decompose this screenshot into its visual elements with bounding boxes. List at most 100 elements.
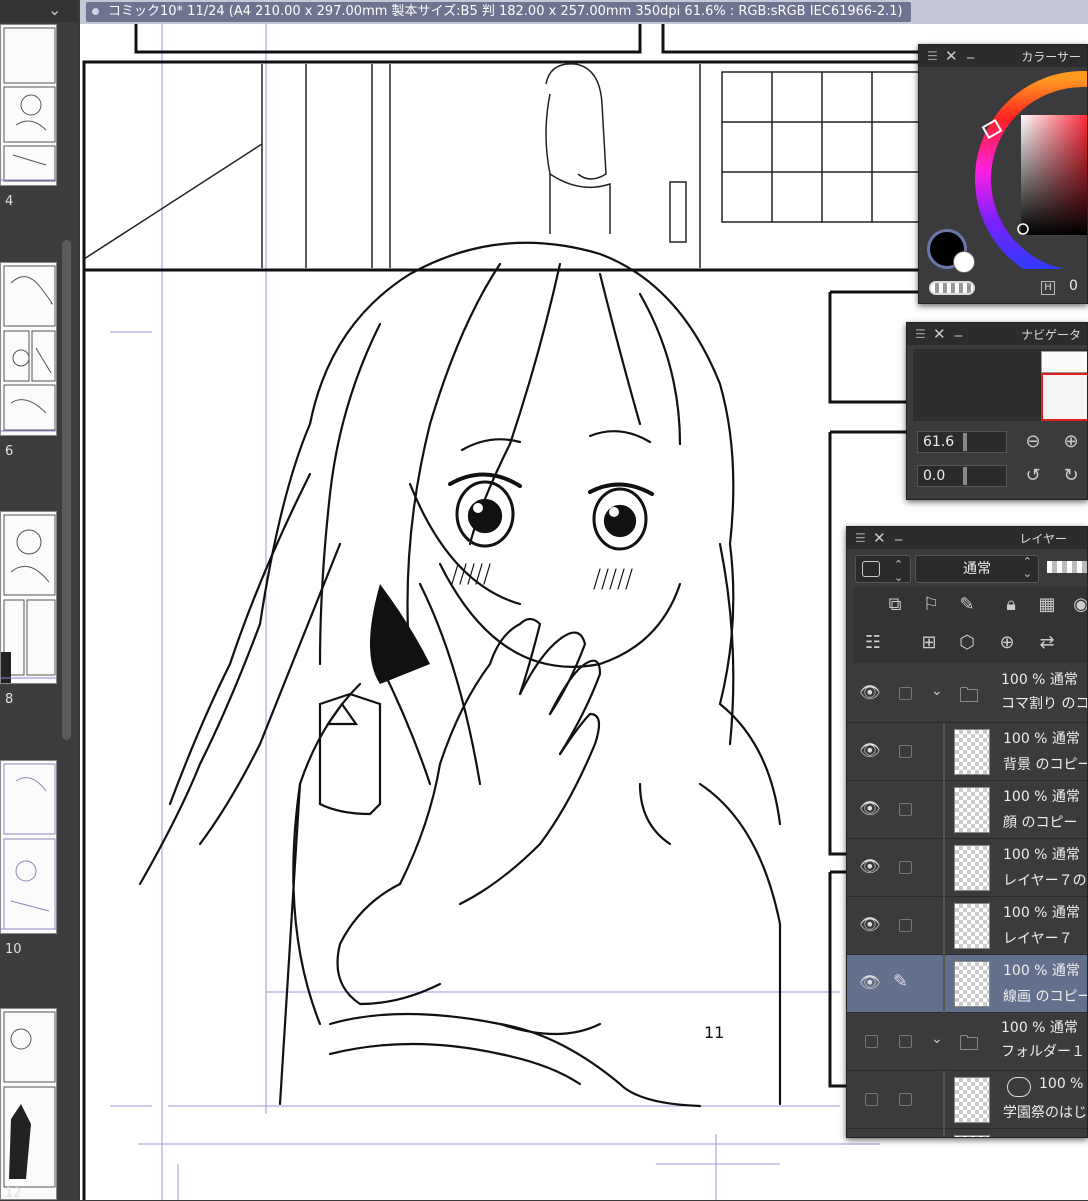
- mask-icon[interactable]: ◉: [1067, 591, 1087, 619]
- page-thumbnail[interactable]: [0, 511, 57, 684]
- close-icon[interactable]: ✕: [873, 529, 886, 547]
- page-thumbnail[interactable]: [0, 262, 57, 436]
- indent-guide: [943, 897, 945, 955]
- blend-mode-select[interactable]: 通常 ⌃ ⌄: [915, 555, 1039, 583]
- page-number: 6: [5, 444, 14, 459]
- page-thumbnail[interactable]: [0, 760, 57, 934]
- layer-opacity-mode: 100 %: [1039, 1076, 1084, 1092]
- new-raster-layer-icon[interactable]: ⊞: [915, 629, 943, 657]
- page-number: 4: [5, 194, 14, 209]
- grip-icon[interactable]: ☰: [855, 532, 867, 544]
- navigator-panel-header: ☰ ✕ _ ナビゲータ: [907, 323, 1087, 345]
- layer-opacity-mode: 100 % 通常: [1003, 847, 1080, 863]
- eye-icon[interactable]: 👁︎: [859, 915, 881, 935]
- minimize-icon[interactable]: _: [895, 527, 902, 541]
- layer-name: 線画 のコピー: [1003, 989, 1088, 1005]
- zoom-in-icon[interactable]: ⊕: [1057, 428, 1085, 456]
- page-list-scrollbar[interactable]: [62, 240, 71, 740]
- layer-row[interactable]: 100 % 学園祭のはじ: [847, 1071, 1087, 1129]
- layer-thumbnail: [954, 845, 990, 891]
- folder-icon: 🗀︎: [959, 1031, 979, 1055]
- eye-icon[interactable]: 👁︎: [859, 973, 881, 993]
- layer-row[interactable]: 👁︎ 100 % 通常顔 のコピー: [847, 781, 1087, 839]
- eye-icon[interactable]: 👁︎: [859, 799, 881, 819]
- color-wheel[interactable]: [971, 69, 1088, 269]
- lock-transparency-icon[interactable]: ▦: [1033, 591, 1061, 619]
- layer-opacity-mode: 100 % 通常: [1003, 1134, 1080, 1137]
- chevron-down-icon[interactable]: ⌄: [931, 683, 943, 699]
- zoom-out-icon[interactable]: ⊖: [1019, 428, 1047, 456]
- rotate-field[interactable]: 0.0: [917, 465, 1007, 487]
- layer-row[interactable]: 👁︎ 100 % 通常 レイヤー７: [847, 897, 1087, 955]
- close-icon[interactable]: ✕: [933, 325, 946, 343]
- layer-row[interactable]: 👁︎ ✎ 100 % 通常 線画 のコピー: [847, 955, 1088, 1013]
- grip-icon[interactable]: ☰: [927, 50, 939, 62]
- new-folder-icon[interactable]: ⊕: [993, 629, 1021, 657]
- opacity-slider[interactable]: [1047, 561, 1087, 573]
- sub-color-swatch[interactable]: [953, 251, 975, 273]
- layer-thumbnail: [954, 729, 990, 775]
- close-icon[interactable]: ✕: [945, 47, 958, 65]
- layer-opacity-mode: 100 % 通常: [1003, 905, 1080, 921]
- layer-opacity-mode: 100 % 通常: [1001, 1020, 1078, 1036]
- layer-color-select[interactable]: ⌃ ⌄: [855, 555, 911, 584]
- blend-mode-value: 通常: [963, 561, 991, 577]
- layer-folder-row[interactable]: ⌄ 🗀︎ 100 % 通常 フォルダー１: [847, 1013, 1087, 1071]
- visibility-checkbox[interactable]: [865, 1035, 878, 1048]
- layer-lock-checkbox[interactable]: [899, 919, 912, 932]
- rotate-right-icon[interactable]: ↻: [1057, 462, 1085, 490]
- draft-layer-icon[interactable]: ✎: [953, 591, 981, 619]
- layer-color-icon: [862, 561, 880, 577]
- layer-row[interactable]: 👁︎ 100 % 通常 レイヤー７の: [847, 839, 1087, 897]
- layer-lock-checkbox[interactable]: [899, 861, 912, 874]
- zoom-value: 61.6: [923, 434, 955, 450]
- layer-folder-row[interactable]: 👁︎ ⌄ 🗀︎ 100 % 通常 コマ割り のコ: [847, 665, 1087, 723]
- layer-name: 顔 のコピー: [1003, 815, 1078, 831]
- layer-thumbnail: [954, 1135, 990, 1137]
- page-number: 8: [5, 692, 14, 707]
- eye-icon[interactable]: 👁︎: [859, 683, 881, 703]
- page-thumbnail[interactable]: [0, 24, 57, 186]
- grip-icon[interactable]: ☰: [915, 328, 927, 340]
- clip-layer-icon[interactable]: ⧉: [881, 591, 909, 619]
- layer-lock-checkbox[interactable]: [899, 1035, 912, 1048]
- zoom-slider-handle[interactable]: [963, 433, 967, 451]
- folder-icon: 🗀︎: [959, 683, 979, 707]
- zoom-field[interactable]: 61.6: [917, 431, 1007, 453]
- navigator-view-frame[interactable]: [1041, 373, 1087, 421]
- navigator-page-thumb: [1041, 351, 1087, 373]
- lock-icon[interactable]: 🔒︎: [997, 591, 1025, 619]
- layer-name: レイヤー７の: [1003, 873, 1087, 889]
- chevron-down-icon[interactable]: ⌄: [48, 0, 61, 19]
- layer-lock-checkbox[interactable]: [899, 687, 912, 700]
- eye-icon[interactable]: 👁︎: [859, 857, 881, 877]
- minimize-icon[interactable]: _: [967, 45, 974, 59]
- page-list-panel: ⌄ 4 6 8 10 12: [0, 0, 78, 1201]
- rotate-slider-handle[interactable]: [963, 467, 967, 485]
- visibility-checkbox[interactable]: [865, 1093, 878, 1106]
- layer-lock-checkbox[interactable]: [899, 745, 912, 758]
- layer-lock-checkbox[interactable]: [899, 1093, 912, 1106]
- layer-lock-checkbox[interactable]: [899, 803, 912, 816]
- navigator-panel: ☰ ✕ _ ナビゲータ 61.6 ⊖ ⊕ 0.0 ↺ ↻: [906, 322, 1088, 500]
- eye-icon[interactable]: 👁︎: [859, 741, 881, 761]
- document-tab[interactable]: コミック10* 11/24 (A4 210.00 x 297.00mm 製本サイ…: [86, 2, 911, 22]
- layer-thumbnail: [954, 961, 990, 1007]
- layer-row[interactable]: 100 % 通常: [847, 1129, 1087, 1137]
- transparent-color-swatch[interactable]: [929, 281, 975, 295]
- minimize-icon[interactable]: _: [955, 323, 962, 337]
- page-thumbnail[interactable]: [0, 1008, 57, 1200]
- layer-row[interactable]: 👁︎ 100 % 通常 背景 のコピー: [847, 723, 1087, 781]
- reference-layer-icon[interactable]: ⚐: [917, 591, 945, 619]
- indent-guide: [943, 781, 945, 839]
- navigator-preview[interactable]: [913, 349, 1087, 421]
- new-vector-layer-icon[interactable]: ⬡: [953, 629, 981, 657]
- layer-list[interactable]: 👁︎ ⌄ 🗀︎ 100 % 通常 コマ割り のコ 👁︎ 100 % 通常 背景 のコピー 👁︎ 1…: [847, 665, 1088, 1137]
- layer-toolbar-bottom: ☷ ⊞ ⬡ ⊕ ⇄: [853, 627, 1087, 663]
- layer-name: レイヤー７: [1003, 931, 1073, 947]
- layer-list-icon[interactable]: ☷: [859, 629, 887, 657]
- transfer-layer-icon[interactable]: ⇄: [1033, 629, 1061, 657]
- balloon-layer-icon: [1007, 1077, 1031, 1097]
- chevron-down-icon[interactable]: ⌄: [931, 1031, 943, 1047]
- rotate-left-icon[interactable]: ↺: [1019, 462, 1047, 490]
